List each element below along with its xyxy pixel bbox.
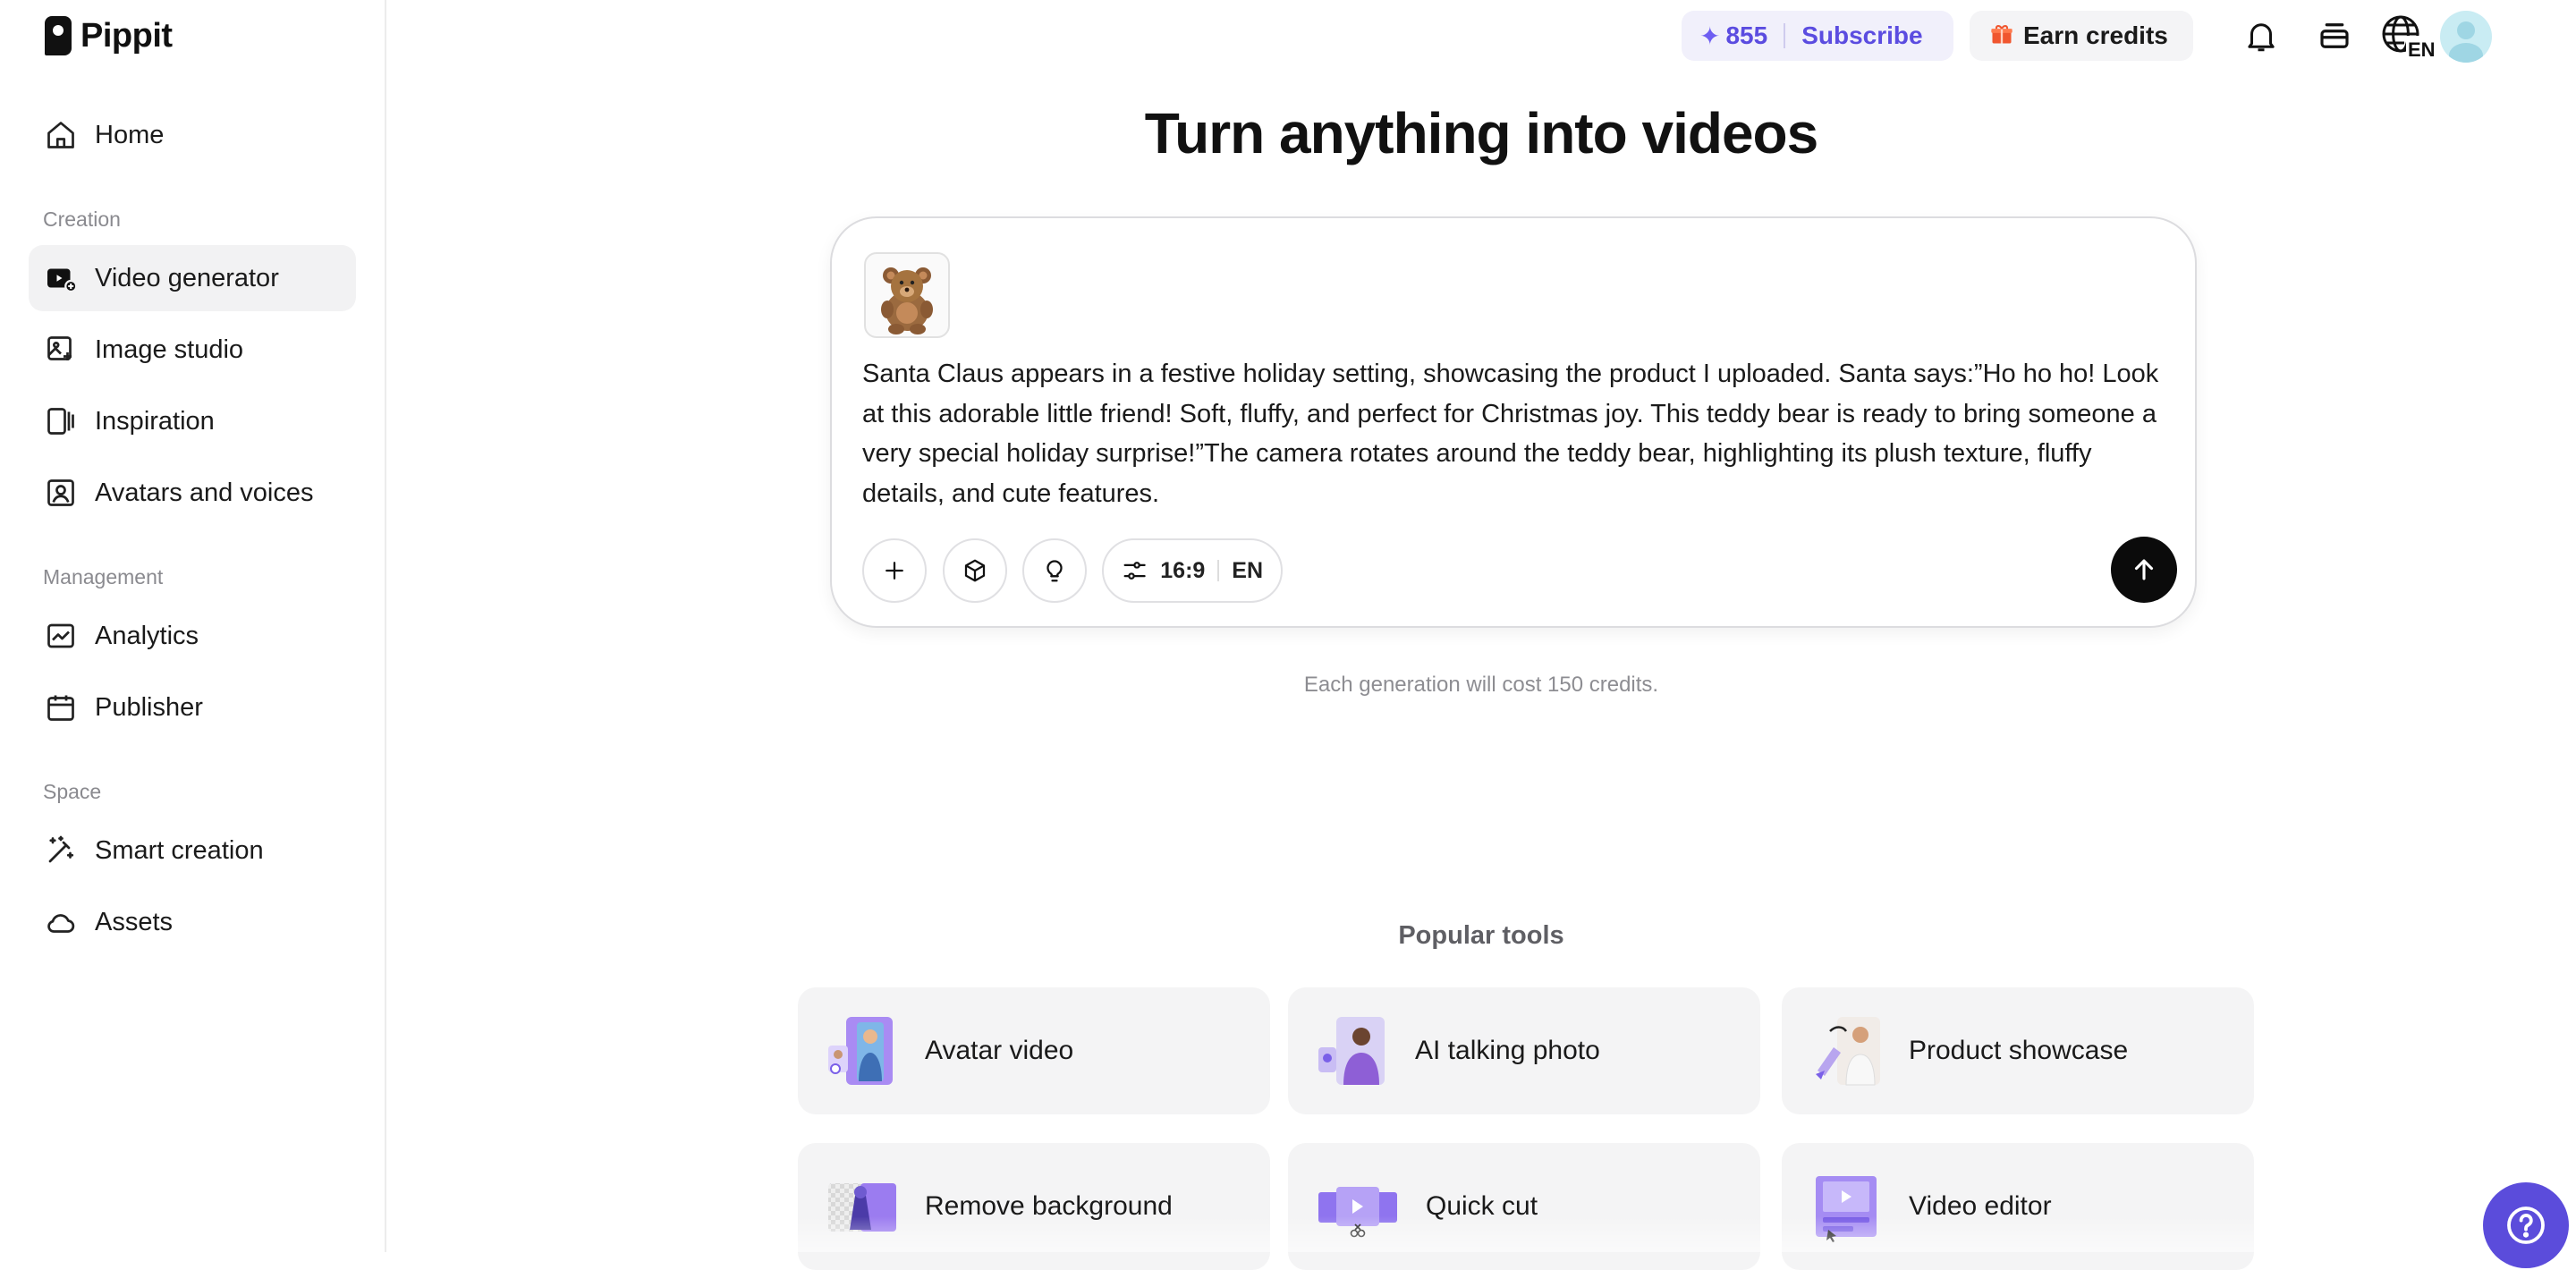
cube-icon	[964, 559, 986, 582]
calendar-icon	[45, 691, 77, 724]
sidebar-item-smart-creation[interactable]: Smart creation	[29, 817, 356, 884]
sidebar-item-video-generator[interactable]: Video generator	[29, 245, 356, 311]
uploaded-product-thumbnail[interactable]	[864, 252, 950, 338]
page-title: Turn anything into videos	[1144, 101, 1818, 165]
chart-icon	[45, 620, 77, 652]
subscribe-button[interactable]: Subscribe	[1801, 21, 1922, 50]
section-title-creation: Creation	[43, 207, 121, 231]
sidebar-item-avatars-and-voices[interactable]: Avatars and voices	[29, 460, 356, 526]
tool-card-label: Remove background	[925, 1191, 1173, 1221]
sidebar-item-publisher[interactable]: Publisher	[29, 674, 356, 741]
sidebar-item-inspiration[interactable]: Inspiration	[29, 388, 356, 454]
app-name: Pippit	[80, 16, 173, 55]
logo-icon	[45, 16, 72, 55]
video-plus-icon	[45, 262, 77, 294]
tool-card-ai-talking-photo[interactable]: AI talking photo	[1288, 987, 1760, 1114]
prompt-textarea[interactable]: Santa Claus appears in a festive holiday…	[862, 354, 2168, 513]
sidebar: Pippit Home Creation Video generator Ima…	[0, 0, 386, 1252]
language-code: EN	[2408, 38, 2436, 59]
prompt-card: Santa Claus appears in a festive holiday…	[830, 216, 2197, 628]
image-edit-icon	[45, 334, 77, 366]
sparkle-icon: ✦	[1699, 21, 1721, 50]
sidebar-item-analytics[interactable]: Analytics	[29, 603, 356, 669]
teddy-bear-image	[881, 267, 933, 334]
cloud-icon	[45, 906, 77, 938]
tool-card-avatar-video[interactable]: Avatar video	[798, 987, 1270, 1114]
product-showcase-thumbnail	[1810, 1015, 1882, 1087]
sliders-icon	[1123, 562, 1146, 580]
tool-card-product-showcase[interactable]: Product showcase	[1782, 987, 2254, 1114]
product-cube-button[interactable]	[943, 538, 1007, 603]
section-title-space: Space	[43, 780, 102, 803]
credits-count: 855	[1725, 21, 1768, 49]
add-attachment-button[interactable]	[862, 538, 927, 603]
plus-icon	[886, 562, 903, 580]
help-button[interactable]	[2483, 1182, 2569, 1268]
home-icon	[45, 119, 77, 151]
quick-cut-thumbnail	[1317, 1171, 1399, 1242]
magic-wand-icon	[45, 834, 77, 867]
inspiration-icon	[45, 405, 77, 437]
section-title-management: Management	[43, 565, 164, 588]
lightbulb-icon	[1046, 560, 1063, 582]
divider	[1217, 560, 1220, 581]
gift-icon	[1989, 21, 2014, 51]
sidebar-item-label: Avatars and voices	[95, 478, 314, 507]
generate-send-button[interactable]	[2111, 537, 2177, 603]
sidebar-item-label: Video generator	[95, 263, 279, 292]
tool-card-video-editor[interactable]: Video editor	[1782, 1143, 2254, 1270]
remove-background-thumbnail	[826, 1171, 898, 1242]
language-globe-icon[interactable]: EN	[2379, 13, 2438, 59]
sidebar-item-label: Smart creation	[95, 835, 264, 865]
sidebar-item-label: Publisher	[95, 692, 203, 722]
tool-card-label: Avatar video	[925, 1036, 1074, 1065]
user-avatar[interactable]	[2440, 11, 2492, 63]
sidebar-item-home[interactable]: Home	[29, 102, 356, 168]
divider	[1784, 23, 1786, 48]
video-settings-button[interactable]: 16:9 EN	[1102, 538, 1283, 603]
avatar-voice-icon	[45, 477, 77, 509]
aspect-ratio-value: 16:9	[1160, 557, 1206, 583]
generation-cost-note: Each generation will cost 150 credits.	[1303, 673, 1659, 697]
layers-icon[interactable]	[2311, 13, 2358, 59]
sidebar-item-label: Home	[95, 120, 165, 149]
help-question-icon	[2507, 1206, 2545, 1244]
sidebar-item-assets[interactable]: Assets	[29, 889, 356, 955]
tool-card-label: Video editor	[1909, 1191, 2052, 1221]
earn-credits-button[interactable]: Earn credits	[1970, 11, 2193, 61]
sidebar-item-label: Assets	[95, 907, 174, 936]
avatar-video-thumbnail	[826, 1015, 898, 1087]
app-logo[interactable]: Pippit	[45, 16, 173, 55]
sidebar-item-label: Inspiration	[95, 406, 215, 436]
tool-card-label: Quick cut	[1426, 1191, 1538, 1221]
sidebar-item-label: Analytics	[95, 621, 199, 650]
arrow-up-icon	[2134, 559, 2154, 580]
idea-bulb-button[interactable]	[1022, 538, 1087, 603]
credits-subscribe-pill[interactable]: ✦ 855 Subscribe	[1682, 11, 1953, 61]
tool-card-label: Product showcase	[1909, 1036, 2129, 1065]
sidebar-item-image-studio[interactable]: Image studio	[29, 317, 356, 383]
popular-tools-title: Popular tools	[1398, 921, 1564, 950]
earn-credits-label: Earn credits	[2023, 21, 2168, 49]
sidebar-item-label: Image studio	[95, 334, 244, 364]
ai-talking-photo-thumbnail	[1317, 1015, 1388, 1087]
video-editor-thumbnail	[1810, 1171, 1882, 1242]
tool-card-quick-cut[interactable]: Quick cut	[1288, 1143, 1760, 1270]
language-value: EN	[1232, 557, 1263, 583]
tool-card-remove-background[interactable]: Remove background	[798, 1143, 1270, 1270]
tool-card-label: AI talking photo	[1415, 1036, 1600, 1065]
notification-bell-icon[interactable]	[2238, 13, 2284, 59]
